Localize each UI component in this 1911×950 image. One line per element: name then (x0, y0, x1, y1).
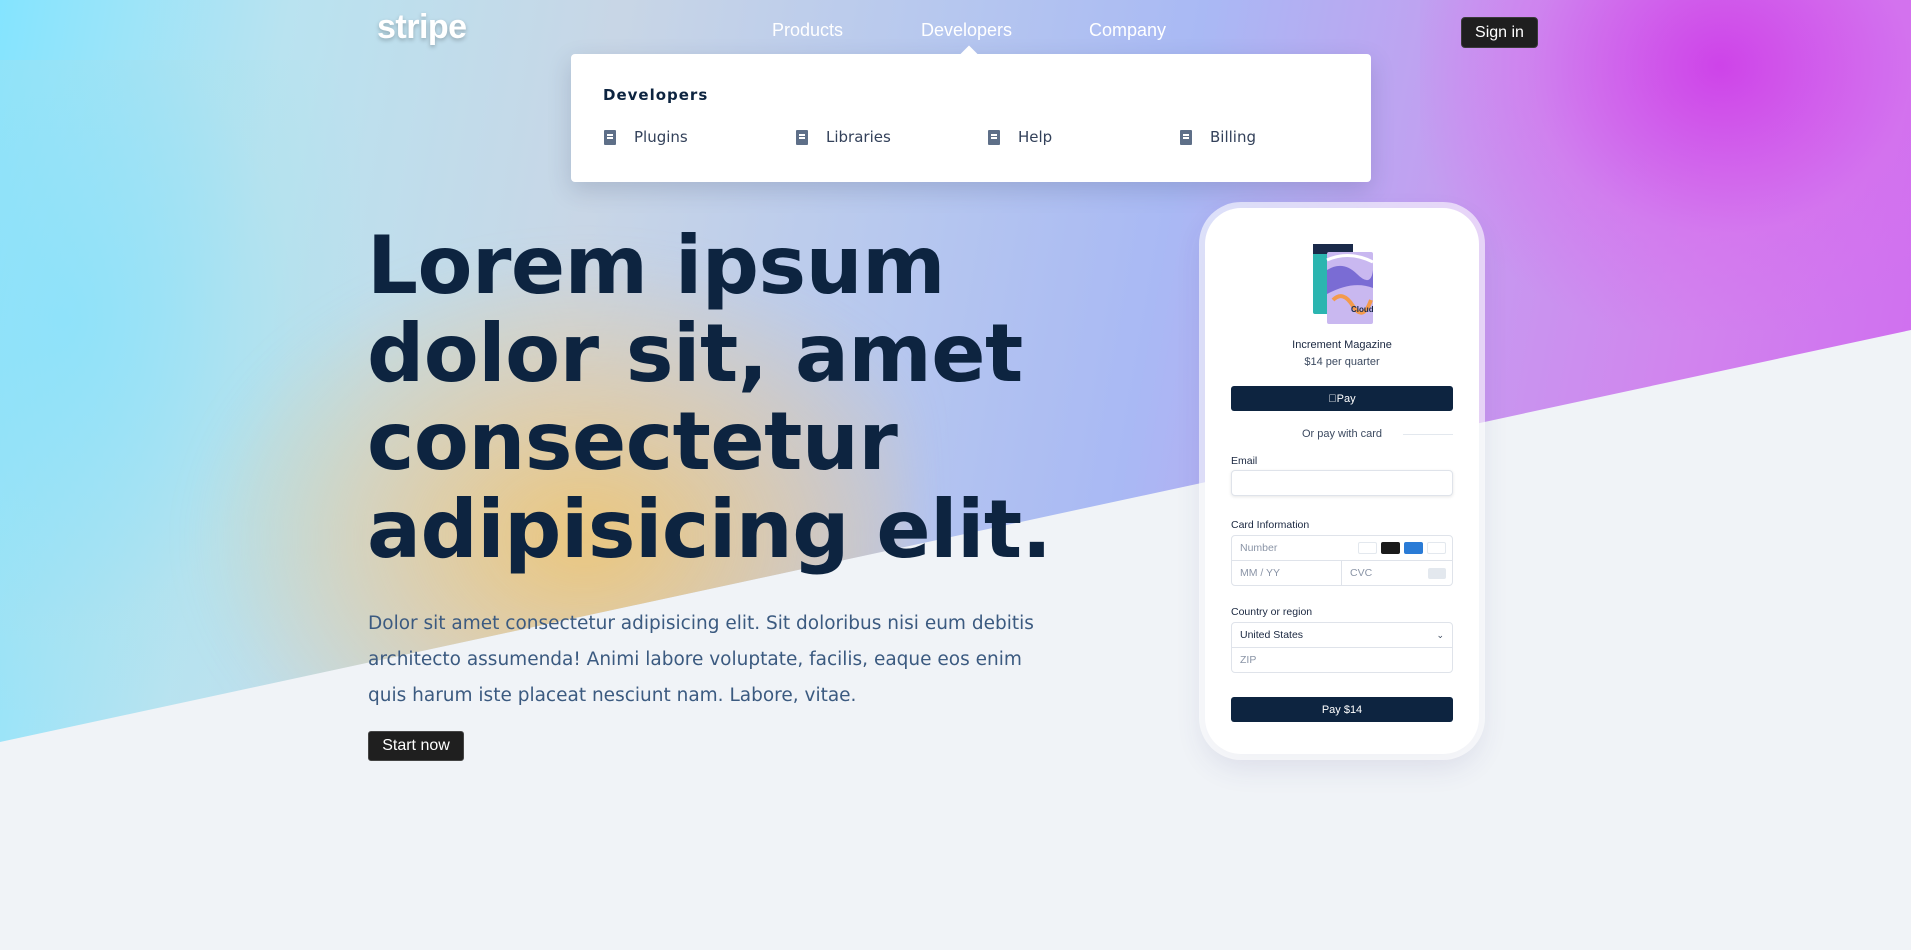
dropdown-item-label: Plugins (634, 128, 688, 146)
book-icon (988, 129, 1000, 145)
expiry-field[interactable]: MM / YY (1231, 560, 1342, 586)
book-icon (796, 129, 808, 145)
apple-pay-label: Pay (1332, 392, 1356, 405)
card-brand-logos (1358, 542, 1446, 554)
dropdown-item-plugins[interactable]: Plugins (604, 128, 688, 146)
sign-in-button[interactable]: Sign in (1461, 17, 1538, 48)
product-price: $14 per quarter (1304, 356, 1380, 368)
dropdown-item-billing[interactable]: Billing (1180, 128, 1256, 146)
email-field[interactable] (1231, 470, 1453, 496)
zip-placeholder: ZIP (1240, 654, 1257, 666)
start-now-button[interactable]: Start now (368, 731, 464, 761)
hero-headline: Lorem ipsum dolor sit, amet consectetur … (367, 219, 1052, 576)
dropdown-heading: Developers (603, 86, 709, 104)
hero-subtext: Dolor sit amet consectetur adipisicing e… (368, 613, 1034, 706)
card-information-label: Card Information (1231, 519, 1310, 531)
magazine-cover-image: Cloud (1313, 244, 1373, 324)
book-icon (604, 129, 616, 145)
country-select[interactable]: United States ⌄ (1231, 622, 1453, 648)
apple-icon:  (1328, 393, 1336, 405)
book-icon (1180, 129, 1192, 145)
phone-checkout-mockup: Cloud Increment Magazine $14 per quarter… (1205, 208, 1479, 754)
product-title: Increment Magazine (1292, 339, 1392, 351)
dropdown-item-label: Billing (1210, 128, 1256, 146)
email-label: Email (1231, 455, 1258, 467)
visa-icon (1358, 542, 1377, 554)
dropdown-item-help[interactable]: Help (988, 128, 1052, 146)
country-label: Country or region (1231, 606, 1313, 618)
cvc-placeholder: CVC (1350, 567, 1373, 579)
pay-button[interactable]: Pay $14 (1231, 697, 1453, 722)
magazine-cover-label: Cloud (1351, 305, 1373, 314)
apple-pay-button[interactable]:  Pay (1231, 386, 1453, 411)
card-number-field[interactable]: Number (1231, 535, 1453, 561)
nav-link-products[interactable]: Products (772, 20, 843, 41)
chevron-down-icon: ⌄ (1436, 630, 1444, 640)
card-number-placeholder: Number (1240, 542, 1278, 554)
cvc-field[interactable]: CVC (1341, 560, 1453, 586)
zip-field[interactable]: ZIP (1231, 647, 1453, 673)
expiry-placeholder: MM / YY (1240, 567, 1281, 579)
discover-icon (1427, 542, 1446, 554)
pay-with-card-divider: Or pay with card (1231, 428, 1453, 440)
stripe-logo[interactable]: stripe (377, 8, 467, 47)
mastercard-icon (1381, 542, 1400, 554)
dropdown-item-libraries[interactable]: Libraries (796, 128, 891, 146)
cvc-card-icon (1428, 568, 1446, 579)
nav-link-company[interactable]: Company (1089, 20, 1166, 41)
amex-icon (1404, 542, 1423, 554)
dropdown-item-label: Help (1018, 128, 1053, 146)
developers-dropdown-menu: Developers Plugins Libraries Help Billin… (571, 45, 1371, 182)
dropdown-item-label: Libraries (826, 128, 891, 146)
nav-link-developers[interactable]: Developers (921, 20, 1012, 41)
country-value: United States (1240, 629, 1304, 641)
